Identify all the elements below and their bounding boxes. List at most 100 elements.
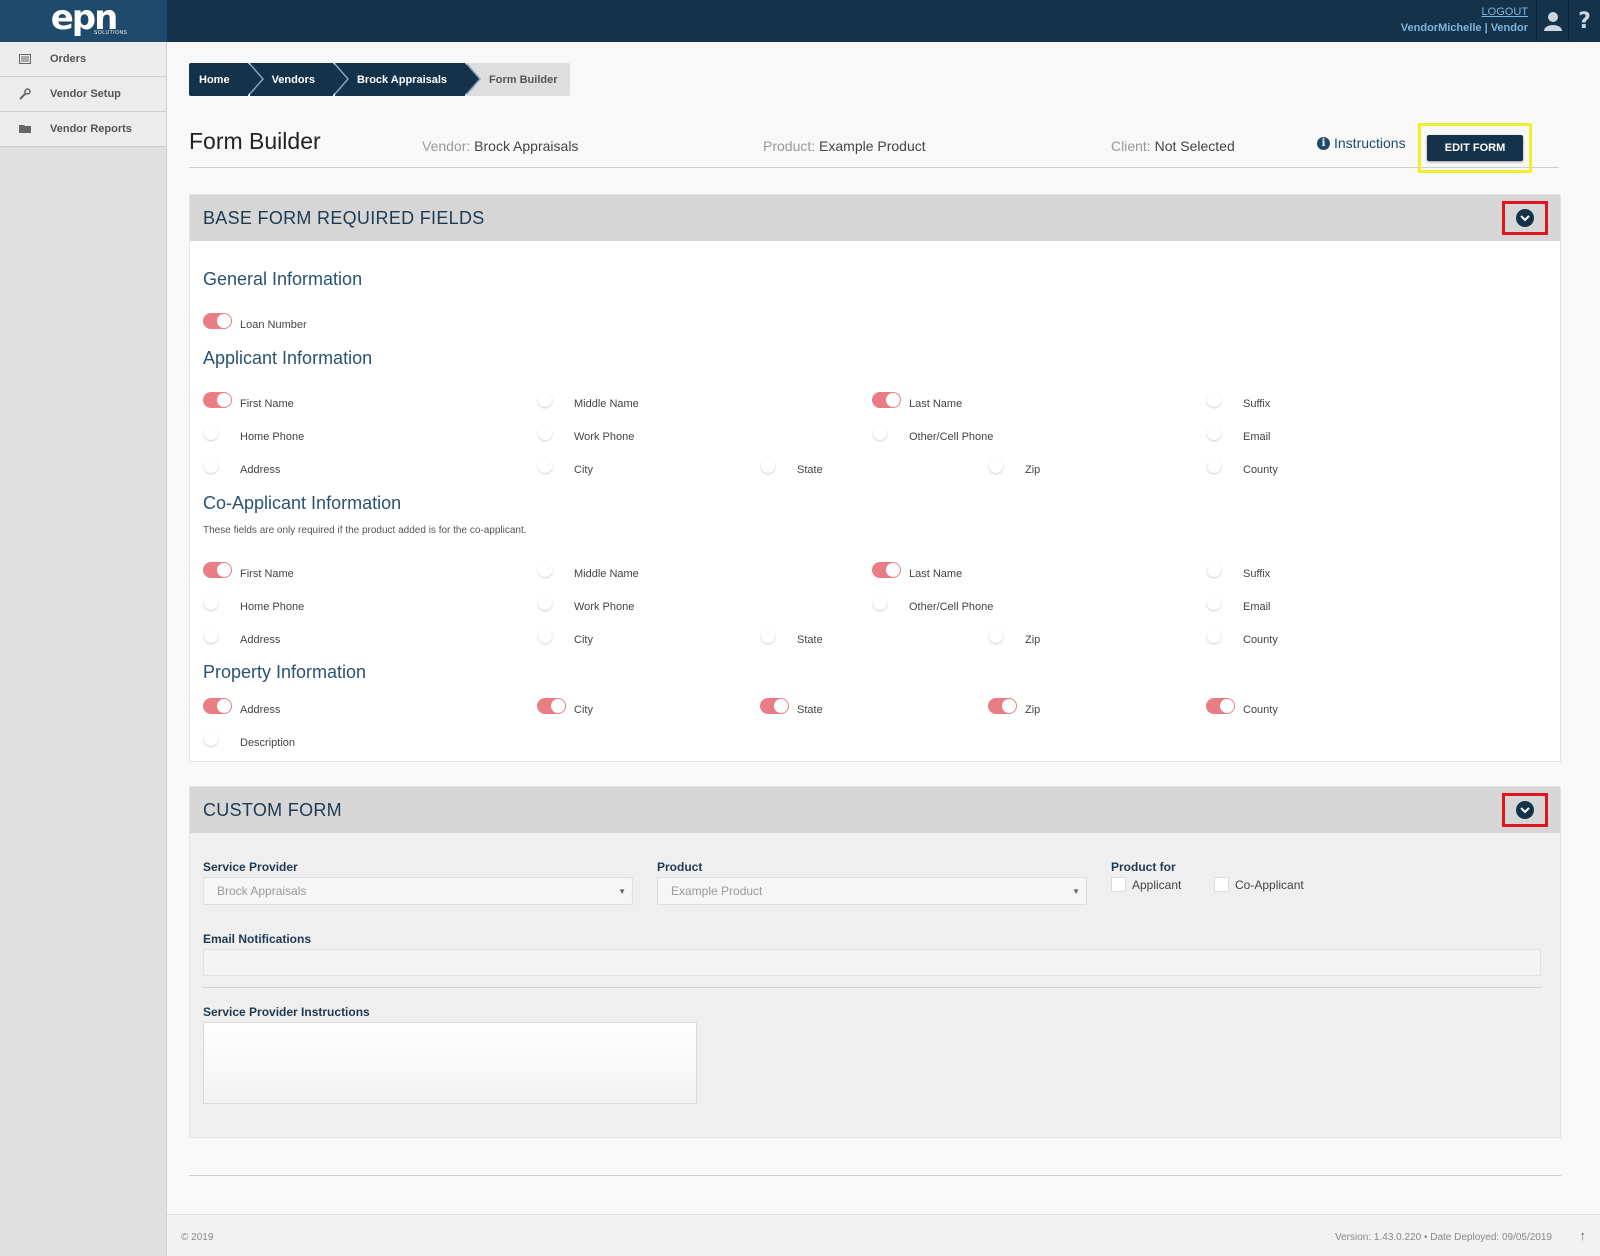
toggle-switch[interactable] [872, 595, 901, 611]
toggle-switch[interactable] [988, 458, 1017, 474]
toggle-switch[interactable] [203, 458, 232, 474]
toggle-switch[interactable] [537, 458, 566, 474]
toggle-switch[interactable] [760, 628, 789, 644]
email-notifications-input[interactable] [203, 949, 1541, 976]
info-icon: i [1317, 136, 1330, 150]
applicant-county-toggle-field[interactable]: County [1206, 458, 1278, 476]
toggle-switch[interactable] [872, 562, 901, 578]
service-provider-select[interactable]: Brock Appraisals ▼ [203, 877, 633, 905]
scroll-top-icon[interactable]: ↑ [1580, 1228, 1587, 1243]
toggle-switch[interactable] [203, 595, 232, 611]
applicant-zip-toggle-field[interactable]: Zip [988, 458, 1040, 476]
co-applicant-suffix-toggle-field[interactable]: Suffix [1206, 562, 1271, 580]
property-city-toggle-field[interactable]: City [537, 698, 593, 716]
toggle-switch[interactable] [1206, 698, 1235, 714]
co-applicant-zip-toggle-field[interactable]: Zip [988, 628, 1040, 646]
toggle-switch[interactable] [203, 698, 232, 714]
user-role[interactable]: Vendor [1491, 22, 1528, 34]
toggle-label: First Name [240, 398, 294, 410]
toggle-label: City [574, 634, 593, 646]
breadcrumb-vendor[interactable]: Brock Appraisals [334, 63, 482, 96]
co-applicant-city-toggle-field[interactable]: City [537, 628, 593, 646]
toggle-switch[interactable] [203, 425, 232, 441]
co-applicant-email-toggle-field[interactable]: Email [1206, 595, 1271, 613]
toggle-switch[interactable] [203, 313, 232, 329]
co-applicant-other-cell-phone-toggle-field[interactable]: Other/Cell Phone [872, 595, 993, 613]
chevron-down-icon[interactable] [1516, 209, 1534, 227]
toggle-switch[interactable] [203, 562, 232, 578]
co-applicant-home-phone-toggle-field[interactable]: Home Phone [203, 595, 304, 613]
applicant-suffix-toggle-field[interactable]: Suffix [1206, 392, 1270, 410]
sidebar-item-orders[interactable]: Orders [0, 42, 166, 77]
co-applicant-county-toggle-field[interactable]: County [1206, 628, 1278, 646]
service-provider-instructions-textarea[interactable] [203, 1022, 697, 1104]
co-applicant-last-name-toggle-field[interactable]: Last Name [872, 562, 962, 580]
property-county-toggle-field[interactable]: County [1206, 698, 1278, 716]
toggle-switch[interactable] [537, 392, 566, 408]
co-applicant-address-toggle-field[interactable]: Address [203, 628, 280, 646]
applicant-last-name-toggle-field[interactable]: Last Name [872, 392, 963, 410]
custom-form-header[interactable]: CUSTOM FORM [190, 787, 1560, 833]
custom-form-panel: CUSTOM FORM Service Provider Brock Appra… [189, 786, 1561, 1138]
co-applicant-state-toggle-field[interactable]: State [760, 628, 823, 646]
applicant-checkbox[interactable]: Applicant [1111, 877, 1181, 892]
toggle-switch[interactable] [760, 698, 789, 714]
toggle-switch[interactable] [872, 392, 901, 408]
toggle-switch[interactable] [1206, 562, 1235, 578]
co-applicant-first-name-toggle-field[interactable]: First Name [203, 562, 294, 580]
toggle-switch[interactable] [1206, 425, 1235, 441]
toggle-switch[interactable] [203, 628, 232, 644]
toggle-switch[interactable] [203, 392, 232, 408]
breadcrumb-home[interactable]: Home [189, 63, 264, 96]
toggle-switch[interactable] [872, 425, 901, 441]
applicant-email-toggle-field[interactable]: Email [1206, 425, 1271, 443]
applicant-work-phone-toggle-field[interactable]: Work Phone [537, 425, 634, 443]
toggle-switch[interactable] [760, 458, 789, 474]
user-icon[interactable] [1536, 0, 1568, 42]
general-loan-number-toggle-field[interactable]: Loan Number [203, 313, 307, 331]
property-state-toggle-field[interactable]: State [760, 698, 823, 716]
base-form-header[interactable]: BASE FORM REQUIRED FIELDS [190, 195, 1560, 241]
applicant-state-toggle-field[interactable]: State [760, 458, 823, 476]
breadcrumb-current: Form Builder [467, 63, 570, 96]
toggle-switch[interactable] [537, 595, 566, 611]
username[interactable]: VendorMichelle [1401, 22, 1482, 34]
toggle-switch[interactable] [537, 628, 566, 644]
toggle-switch[interactable] [988, 628, 1017, 644]
co-applicant-work-phone-toggle-field[interactable]: Work Phone [537, 595, 634, 613]
property-address-toggle-field[interactable]: Address [203, 698, 280, 716]
applicant-middle-name-toggle-field[interactable]: Middle Name [537, 392, 639, 410]
toggle-switch[interactable] [537, 562, 566, 578]
applicant-other-cell-phone-toggle-field[interactable]: Other/Cell Phone [872, 425, 993, 443]
toggle-switch[interactable] [988, 698, 1017, 714]
instructions-link[interactable]: i Instructions [1317, 135, 1406, 151]
chevron-down-icon[interactable] [1516, 801, 1534, 819]
toggle-switch[interactable] [1206, 458, 1235, 474]
logout-link[interactable]: LOGOUT [1401, 6, 1528, 18]
checkbox-box[interactable] [1111, 877, 1126, 892]
toggle-label: Suffix [1243, 568, 1271, 580]
sidebar-item-vendor-reports[interactable]: Vendor Reports [0, 112, 166, 147]
toggle-switch[interactable] [1206, 595, 1235, 611]
help-icon[interactable]: ? [1568, 0, 1600, 42]
applicant-first-name-toggle-field[interactable]: First Name [203, 392, 294, 410]
edit-form-highlight: EDIT FORM [1418, 123, 1532, 173]
toggle-switch[interactable] [1206, 628, 1235, 644]
logo[interactable]: epn SOLUTIONS [0, 0, 167, 42]
applicant-city-toggle-field[interactable]: City [537, 458, 593, 476]
co-applicant-checkbox[interactable]: Co-Applicant [1214, 877, 1304, 892]
toggle-label: Last Name [909, 398, 963, 410]
toggle-switch[interactable] [537, 425, 566, 441]
toggle-switch[interactable] [537, 698, 566, 714]
co-applicant-middle-name-toggle-field[interactable]: Middle Name [537, 562, 639, 580]
applicant-home-phone-toggle-field[interactable]: Home Phone [203, 425, 304, 443]
product-select[interactable]: Example Product ▼ [657, 877, 1087, 905]
toggle-switch[interactable] [203, 731, 232, 747]
applicant-address-toggle-field[interactable]: Address [203, 458, 280, 476]
property-description-toggle-field[interactable]: Description [203, 731, 295, 749]
checkbox-box[interactable] [1214, 877, 1229, 892]
toggle-switch[interactable] [1206, 392, 1235, 408]
sidebar-item-vendor-setup[interactable]: Vendor Setup [0, 77, 166, 112]
property-zip-toggle-field[interactable]: Zip [988, 698, 1040, 716]
edit-form-button[interactable]: EDIT FORM [1427, 135, 1523, 161]
